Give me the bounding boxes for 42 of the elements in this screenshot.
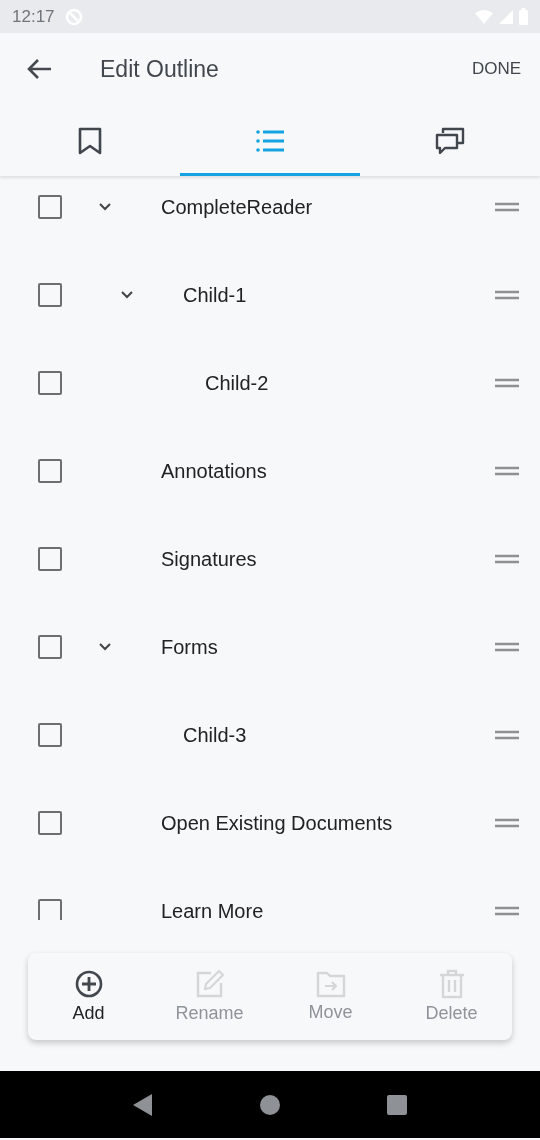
checkbox[interactable] (38, 283, 62, 307)
outline-item[interactable]: Learn More (144, 899, 495, 920)
drag-handle-icon[interactable] (495, 290, 519, 300)
outline-item[interactable]: Forms (144, 635, 495, 659)
home-nav-icon[interactable] (259, 1093, 281, 1116)
rename-icon (194, 969, 225, 999)
bookmark-icon (78, 127, 102, 155)
drag-handle-icon[interactable] (495, 818, 519, 828)
add-icon (73, 969, 104, 999)
toolbar-button[interactable]: Add (28, 953, 149, 1040)
drag-handle-icon[interactable] (495, 554, 519, 564)
outline-item[interactable]: Child-2 (188, 371, 495, 395)
delete-icon (438, 969, 465, 999)
outline-item[interactable]: CompleteReader (144, 195, 495, 219)
checkbox[interactable] (38, 371, 62, 395)
move-icon (315, 970, 346, 998)
checkbox[interactable] (38, 723, 62, 747)
drag-handle-icon[interactable] (495, 466, 519, 476)
drag-handle-icon[interactable] (495, 642, 519, 652)
back-arrow-icon (25, 57, 53, 81)
recents-nav-icon[interactable] (385, 1093, 408, 1116)
checkbox[interactable] (38, 547, 62, 571)
checkbox[interactable] (38, 811, 62, 835)
comments-icon (435, 127, 465, 155)
checkbox[interactable] (38, 459, 62, 483)
back-nav-icon[interactable] (132, 1092, 155, 1117)
drag-handle-icon[interactable] (495, 378, 519, 388)
checkbox[interactable] (38, 899, 62, 920)
checkbox[interactable] (38, 635, 62, 659)
drag-handle-icon[interactable] (495, 202, 519, 212)
done-button[interactable]: DONE (469, 49, 523, 89)
drag-handle-icon[interactable] (495, 730, 519, 740)
screen-title: Edit Outline (100, 55, 220, 83)
status-time: 12:17 (12, 6, 55, 27)
outline-item[interactable]: Annotations (144, 459, 495, 483)
outline-item[interactable]: Child-1 (166, 283, 495, 307)
outline-item[interactable]: Child-3 (166, 723, 495, 747)
outline-item[interactable]: Signatures (144, 547, 495, 571)
drag-handle-icon[interactable] (495, 906, 519, 916)
outline-item[interactable]: Open Existing Documents (144, 811, 495, 835)
list-icon (255, 129, 285, 153)
checkbox[interactable] (38, 195, 62, 219)
